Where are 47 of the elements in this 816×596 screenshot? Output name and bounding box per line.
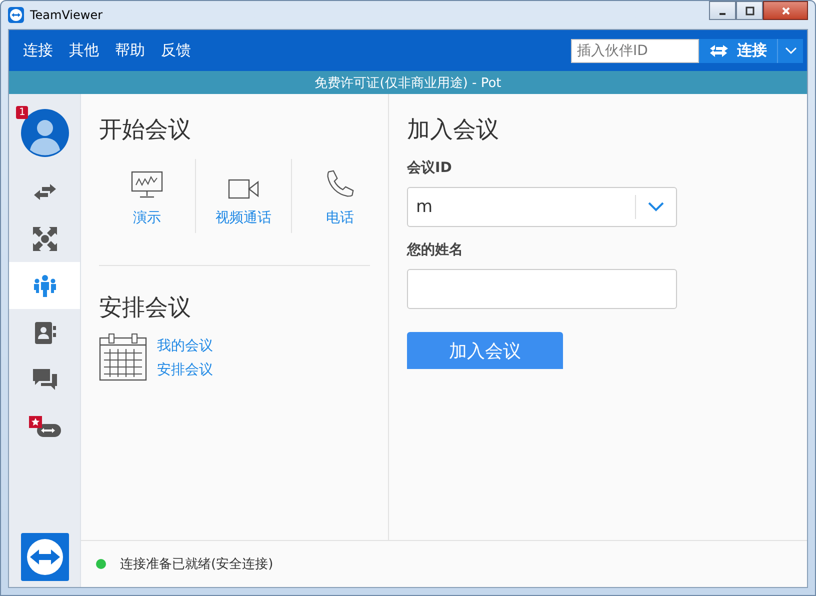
connect-button[interactable]: 连接 bbox=[699, 38, 777, 62]
close-icon bbox=[780, 6, 790, 16]
chat-icon bbox=[32, 368, 58, 392]
notification-badge: 1 bbox=[16, 106, 28, 119]
menu-item[interactable]: 连接 bbox=[15, 41, 61, 60]
partner-id-field[interactable]: 插入伙伴ID bbox=[571, 38, 699, 62]
chevron-down-icon bbox=[784, 46, 796, 54]
phone-icon bbox=[325, 169, 356, 199]
name-field[interactable] bbox=[407, 269, 677, 309]
start-meeting-option[interactable]: 电话 bbox=[292, 159, 388, 233]
expand-arrows-icon bbox=[32, 226, 56, 250]
video-camera-icon bbox=[228, 179, 260, 199]
avatar-icon[interactable] bbox=[20, 109, 68, 157]
double-arrow-icon bbox=[709, 44, 729, 58]
start-meeting-option[interactable]: 视频通话 bbox=[196, 159, 292, 233]
section-heading: 开始会议 bbox=[99, 116, 192, 145]
section-heading: 加入会议 bbox=[407, 116, 500, 145]
status-text: 连接准备已就绪(安全连接) bbox=[120, 556, 274, 573]
double-arrow-icon bbox=[32, 184, 56, 200]
maximize-button[interactable] bbox=[736, 1, 763, 20]
window-title: TeamViewer bbox=[30, 8, 103, 22]
start-meeting-option[interactable]: 演示 bbox=[99, 159, 195, 233]
menu-item[interactable]: 其他 bbox=[61, 41, 107, 60]
meeting-link[interactable]: 安排会议 bbox=[157, 361, 213, 379]
calendar-icon bbox=[99, 333, 149, 383]
sidebar-item[interactable] bbox=[9, 262, 80, 309]
remote-favorite-icon bbox=[28, 414, 62, 438]
license-banner: 免费许可证(仅非商业用途) - Pot bbox=[9, 71, 807, 94]
meeting-id-combo-box[interactable]: m bbox=[407, 187, 677, 227]
close-button[interactable] bbox=[763, 1, 808, 20]
minimize-button[interactable] bbox=[709, 1, 736, 20]
chevron-down-icon[interactable] bbox=[648, 202, 664, 212]
menu-item[interactable]: 帮助 bbox=[107, 41, 153, 60]
maximize-icon bbox=[744, 6, 754, 16]
app-logo-icon bbox=[8, 7, 24, 23]
join-meeting-button[interactable]: 加入会议 bbox=[407, 332, 563, 369]
meeting-link[interactable]: 我的会议 bbox=[157, 337, 213, 355]
minimize-icon bbox=[719, 12, 726, 14]
field-label: 会议ID bbox=[407, 159, 453, 177]
menu-item[interactable]: 反馈 bbox=[153, 41, 199, 60]
contact-book-icon bbox=[32, 320, 56, 344]
app-logo-icon[interactable] bbox=[20, 533, 68, 581]
people-icon bbox=[32, 274, 56, 298]
connect-dropdown-button[interactable] bbox=[777, 38, 803, 62]
field-label: 您的姓名 bbox=[407, 241, 464, 259]
section-heading: 安排会议 bbox=[99, 294, 192, 323]
monitor-icon bbox=[130, 171, 163, 199]
